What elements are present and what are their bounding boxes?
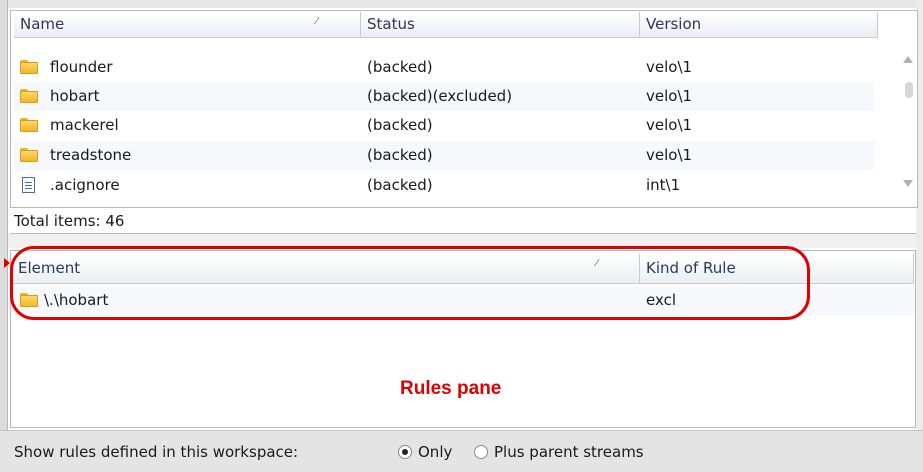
- row-version: velo\1: [646, 87, 693, 105]
- folder-icon: [20, 148, 38, 162]
- rule-row[interactable]: \.\hobart excl: [14, 286, 914, 316]
- rule-element: \.\hobart: [44, 291, 109, 309]
- column-header-version[interactable]: Version: [640, 12, 878, 38]
- window-frame-top: [0, 0, 923, 8]
- scroll-up-icon[interactable]: [903, 56, 913, 63]
- folder-icon: [20, 293, 38, 307]
- table-row[interactable]: flounder (backed) velo\1: [14, 53, 874, 82]
- row-status: (backed): [367, 58, 433, 76]
- pane-splitter[interactable]: [8, 234, 916, 248]
- table-row[interactable]: mackerel (backed) velo\1: [14, 111, 874, 140]
- table-row[interactable]: treadstone (backed) velo\1: [14, 141, 874, 170]
- rules-filter-label: Show rules defined in this workspace:: [14, 443, 299, 461]
- document-icon: [22, 177, 35, 193]
- column-header-kind-of-rule-label: Kind of Rule: [646, 259, 736, 277]
- scroll-down-icon[interactable]: [903, 180, 913, 187]
- row-version: velo\1: [646, 146, 693, 164]
- rules-filter-bar: Show rules defined in this workspace: On…: [0, 430, 923, 472]
- rules-pane-caption: Rules pane: [400, 378, 502, 399]
- row-name: .acignore: [50, 176, 120, 194]
- column-header-name-label: Name: [20, 15, 65, 33]
- scrollbar-thumb[interactable]: [905, 82, 913, 98]
- sort-indicator-icon: ⁄: [316, 16, 318, 27]
- radio-plus-parent-streams-label[interactable]: Plus parent streams: [494, 443, 644, 461]
- row-name: flounder: [50, 58, 113, 76]
- row-version: velo\1: [646, 58, 693, 76]
- row-version: velo\1: [646, 116, 693, 134]
- radio-only-label[interactable]: Only: [418, 443, 452, 461]
- row-status: (backed)(excluded): [367, 87, 513, 105]
- folder-icon: [20, 89, 38, 103]
- radio-plus-parent-streams[interactable]: [474, 445, 488, 459]
- column-header-version-label: Version: [646, 15, 702, 33]
- row-status: (backed): [367, 116, 433, 134]
- table-row[interactable]: .acignore (backed) int\1: [14, 171, 874, 200]
- column-header-name[interactable]: Name ⁄: [14, 12, 361, 38]
- total-items-label: Total items: 46: [10, 208, 916, 234]
- row-status: (backed): [367, 176, 433, 194]
- column-header-element-label: Element: [18, 259, 81, 277]
- row-name: mackerel: [50, 116, 119, 134]
- files-scrollbar[interactable]: [900, 38, 916, 198]
- radio-only[interactable]: [398, 445, 412, 459]
- folder-icon: [20, 118, 38, 132]
- rule-kind: excl: [646, 291, 676, 309]
- window-frame-left: [0, 0, 8, 472]
- row-name: treadstone: [50, 146, 132, 164]
- column-header-kind-of-rule[interactable]: Kind of Rule: [640, 254, 914, 284]
- table-row[interactable]: hobart (backed)(excluded) velo\1: [14, 82, 874, 111]
- row-version: int\1: [646, 176, 681, 194]
- column-header-status[interactable]: Status: [361, 12, 640, 38]
- column-header-element[interactable]: Element ⁄: [12, 254, 640, 284]
- sort-indicator-icon: ⁄: [596, 258, 598, 269]
- folder-icon: [20, 60, 38, 74]
- row-name: hobart: [50, 87, 100, 105]
- column-header-status-label: Status: [367, 15, 415, 33]
- row-status: (backed): [367, 146, 433, 164]
- annotation-arrow-icon: [4, 258, 10, 268]
